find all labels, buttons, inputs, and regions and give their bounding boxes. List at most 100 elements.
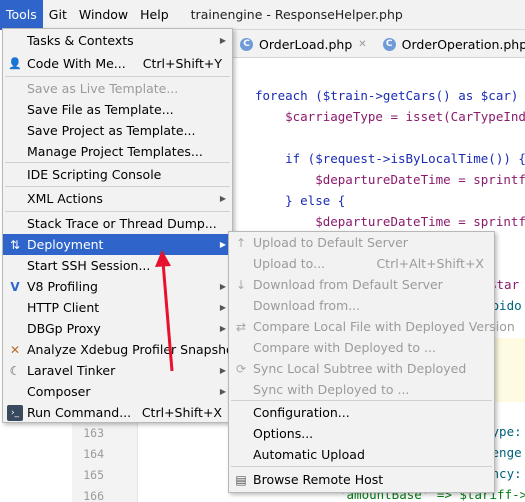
menu-item-label: Stack Trace or Thread Dump... <box>27 216 217 231</box>
tab-label: OrderOperation.php <box>401 36 525 52</box>
menu-separator <box>5 186 230 187</box>
menu-item-label: Deployment <box>27 237 104 252</box>
menu-item-sync-local-subtree-with-deployed[interactable]: ⟳ Sync Local Subtree with Deployed <box>229 358 494 379</box>
menu-item-label: Save as Live Template... <box>27 81 179 96</box>
menu-item-automatic-upload[interactable]: Automatic Upload <box>229 444 494 465</box>
menu-item-label: Download from... <box>253 298 361 313</box>
menu-item-label: Options... <box>253 426 314 441</box>
menu-item-label: Manage Project Templates... <box>27 144 203 159</box>
menu-item-label: Laravel Tinker <box>27 363 116 378</box>
deployment-icon: ⇅ <box>9 237 21 252</box>
tab-label: OrderLoad.php <box>259 36 353 52</box>
shortcut-label: Ctrl+Shift+Y <box>142 56 222 71</box>
menu-item-sync-with-deployed-to[interactable]: Sync with Deployed to ... <box>229 379 494 400</box>
tab-orderoperation[interactable]: C OrderOperation.php ✕ <box>375 31 525 57</box>
code-line: $carriageType = isset(CarTypeIndex: <box>255 109 525 124</box>
tinker-icon: ☾ <box>9 363 21 378</box>
window-title: trainengine - ResponseHelper.php <box>190 7 403 22</box>
line-number: 166 <box>83 489 104 502</box>
menu-item-label: Configuration... <box>253 405 350 420</box>
xdebug-icon: ✕ <box>9 342 21 357</box>
menu-tools[interactable]: Tools <box>0 0 43 30</box>
menu-item-label: V8 Profiling <box>27 279 98 294</box>
menu-item-label: Code With Me... <box>27 56 126 71</box>
menu-item-manage-project-templates[interactable]: Manage Project Templates... <box>3 141 232 162</box>
menu-item-label: HTTP Client <box>27 300 100 315</box>
menu-item-configuration[interactable]: Configuration... <box>229 402 494 423</box>
menu-item-label: Upload to... <box>253 256 326 271</box>
submenu-arrow-icon: ▶ <box>219 324 226 333</box>
menu-item-label: Sync Local Subtree with Deployed <box>253 361 467 376</box>
menu-item-label: Compare with Deployed to ... <box>253 340 436 355</box>
menu-item-xml-actions[interactable]: XML Actions ▶ <box>3 188 232 209</box>
v8-icon: V <box>10 279 20 294</box>
menu-item-compare-with-deployed-to[interactable]: Compare with Deployed to ... <box>229 337 494 358</box>
submenu-arrow-icon: ▶ <box>219 194 226 203</box>
menu-item-analyze-xdebug-profiler-snapshot[interactable]: ✕ Analyze Xdebug Profiler Snapshot... <box>3 339 251 360</box>
tab-orderload[interactable]: C OrderLoad.php ✕ <box>232 31 375 57</box>
menu-item-label: Upload to Default Server <box>253 235 408 250</box>
menu-item-download-from[interactable]: Download from... <box>229 295 494 316</box>
menu-item-run-command[interactable]: ›_ Run Command... Ctrl+Shift+X <box>3 402 232 423</box>
php-file-icon: C <box>240 37 253 51</box>
menu-item-v8-profiling[interactable]: V V8 Profiling ▶ <box>3 276 232 297</box>
menu-separator <box>231 400 492 401</box>
submenu-arrow-icon: ▶ <box>219 282 226 291</box>
menu-separator <box>231 466 492 467</box>
menu-item-options[interactable]: Options... <box>229 423 494 444</box>
menu-item-save-project-as-template[interactable]: Save Project as Template... <box>3 120 232 141</box>
menu-item-download-from-default-server[interactable]: ↓ Download from Default Server <box>229 274 494 295</box>
code-line: foreach ($train->getCars() as $car) { <box>255 88 525 103</box>
menu-window[interactable]: Window <box>73 0 134 30</box>
menu-item-label: XML Actions <box>27 191 103 206</box>
menu-bar: Tools Git Window Help trainengine - Resp… <box>0 0 525 30</box>
menu-item-label: IDE Scripting Console <box>27 167 162 182</box>
menu-item-label: Browse Remote Host <box>253 472 384 487</box>
submenu-arrow-icon: ▶ <box>219 240 226 249</box>
submenu-arrow-icon: ▶ <box>219 387 226 396</box>
menu-item-deployment[interactable]: ⇅ Deployment ▶ <box>3 234 232 255</box>
menu-item-label: Save Project as Template... <box>27 123 196 138</box>
menu-item-code-with-me[interactable]: 👤 Code With Me... Ctrl+Shift+Y <box>3 53 232 74</box>
code-line: } else { <box>255 193 346 208</box>
menu-item-upload-to-default-server[interactable]: ↑ Upload to Default Server <box>229 232 494 253</box>
menu-item-browse-remote-host[interactable]: ▤ Browse Remote Host <box>229 469 494 490</box>
editor-tabs: C OrderLoad.php ✕ C OrderOperation.php ✕ <box>232 30 525 58</box>
menu-git[interactable]: Git <box>43 0 73 30</box>
menu-item-start-ssh-session[interactable]: Start SSH Session... <box>3 255 232 276</box>
menu-separator <box>5 211 230 212</box>
person-icon: 👤 <box>8 57 22 70</box>
submenu-arrow-icon: ▶ <box>219 366 226 375</box>
menu-item-label: DBGp Proxy <box>27 321 101 336</box>
menu-item-ide-scripting-console[interactable]: IDE Scripting Console <box>3 164 232 185</box>
line-number: 165 <box>83 468 104 482</box>
php-file-icon: C <box>382 37 396 51</box>
menu-item-composer[interactable]: Composer ▶ <box>3 381 232 402</box>
menu-item-laravel-tinker[interactable]: ☾ Laravel Tinker ▶ <box>3 360 232 381</box>
close-icon[interactable]: ✕ <box>358 39 366 50</box>
line-number: 164 <box>83 447 104 461</box>
menu-item-http-client[interactable]: HTTP Client ▶ <box>3 297 232 318</box>
menu-item-save-as-live-template[interactable]: Save as Live Template... <box>3 78 232 99</box>
menu-item-label: Composer <box>27 384 91 399</box>
line-number: 163 <box>83 426 104 440</box>
menu-item-label: Download from Default Server <box>253 277 443 292</box>
menu-item-stack-trace-or-thread-dump[interactable]: Stack Trace or Thread Dump... <box>3 213 232 234</box>
menu-item-label: Automatic Upload <box>253 447 365 462</box>
menu-item-save-file-as-template[interactable]: Save File as Template... <box>3 99 232 120</box>
sync-icon: ⟳ <box>235 361 247 376</box>
menu-item-upload-to[interactable]: Upload to... Ctrl+Alt+Shift+X <box>229 253 494 274</box>
menu-item-label: Analyze Xdebug Profiler Snapshot... <box>27 342 251 357</box>
deployment-submenu: ↑ Upload to Default Server Upload to... Ctr… <box>228 231 515 493</box>
menu-item-dbgp-proxy[interactable]: DBGp Proxy ▶ <box>3 318 232 339</box>
menu-item-label: Compare Local File with Deployed Version <box>253 319 515 334</box>
menu-separator <box>5 76 230 77</box>
menu-item-label: Run Command... <box>27 405 132 420</box>
menu-item-tasks-contexts[interactable]: Tasks & Contexts ▶ <box>3 30 232 51</box>
compare-icon: ⇄ <box>235 319 247 334</box>
submenu-arrow-icon: ▶ <box>219 303 226 312</box>
menu-item-compare-local-file-with-deployed-version[interactable]: ⇄ Compare Local File with Deployed Versio… <box>229 316 515 337</box>
upload-icon: ↑ <box>235 235 247 250</box>
download-icon: ↓ <box>235 277 247 292</box>
menu-help[interactable]: Help <box>134 0 175 30</box>
